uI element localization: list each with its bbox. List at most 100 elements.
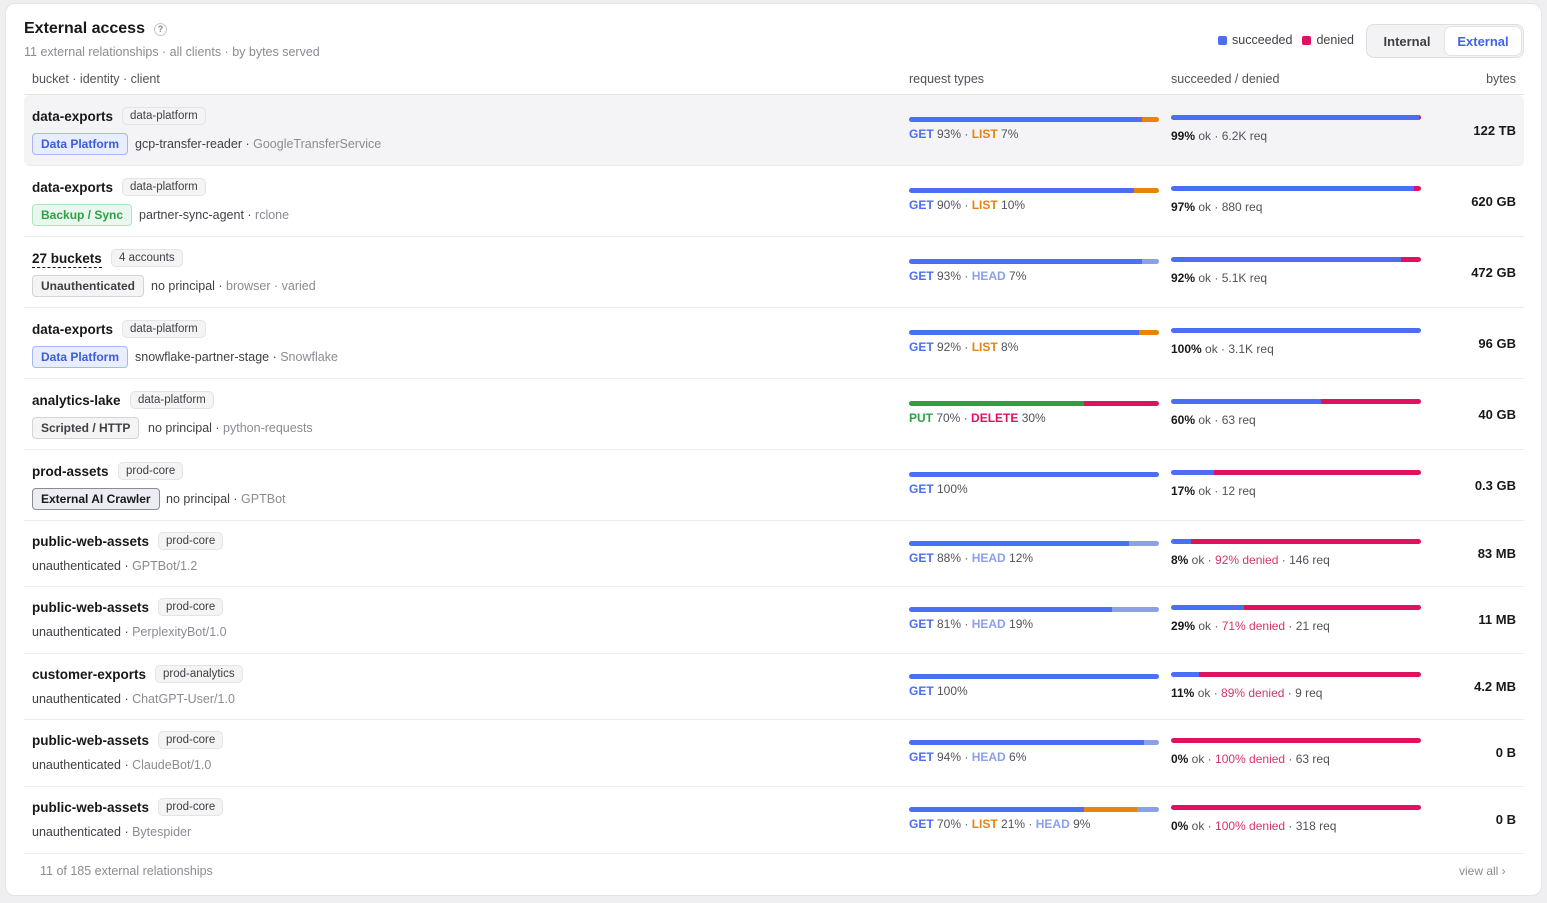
client: Bytespider xyxy=(132,825,192,839)
denied-pct: 92% denied xyxy=(1215,553,1279,567)
request-type-bar xyxy=(909,807,1159,812)
relationship-list: data-exports data-platform Data Platform gc… xyxy=(24,95,1524,854)
client: PerplexityBot/1.0 xyxy=(132,625,227,639)
request-type-text: GET 100% xyxy=(909,482,968,496)
account-badge: data-platform xyxy=(122,107,206,125)
separator: · xyxy=(214,279,227,293)
category-tag: Data Platform xyxy=(32,133,129,155)
identity-client: gcp-transfer-reader · GoogleTransferServ… xyxy=(135,137,381,151)
bytes-served: 0 B xyxy=(1495,745,1516,760)
legend: succeeded denied xyxy=(1218,33,1364,47)
separator: · xyxy=(120,758,133,772)
account-badge: data-platform xyxy=(122,178,206,196)
view-all-link[interactable]: view all › xyxy=(1459,864,1506,878)
account-badge: data-platform xyxy=(130,391,214,409)
separator: · xyxy=(1284,686,1296,700)
request-count: 21 req xyxy=(1295,619,1330,633)
account-badge: prod-core xyxy=(158,798,224,816)
table-row[interactable]: public-web-assets prod-core unauthenticate… xyxy=(24,787,1524,854)
external-access-card: External access ? 11 external relationsh… xyxy=(5,3,1542,896)
bytes-served: 11 MB xyxy=(1478,612,1516,627)
principal: unauthenticated xyxy=(32,625,121,639)
request-segment-head xyxy=(1129,541,1159,546)
ok-label: ok · xyxy=(1195,271,1222,285)
request-segment-list xyxy=(1084,807,1137,812)
denied-pct: 100% denied xyxy=(1215,752,1286,766)
denied-segment xyxy=(1413,186,1421,191)
bytes-served: 122 TB xyxy=(1473,123,1516,138)
denied-pct: 71% denied xyxy=(1221,619,1286,633)
request-type-bar xyxy=(909,674,1159,679)
legend-succeeded-label: succeeded xyxy=(1232,33,1293,47)
principal: unauthenticated xyxy=(32,825,121,839)
request-method: GET xyxy=(909,684,934,698)
request-pct: 90% xyxy=(933,198,962,212)
ok-label: ok · xyxy=(1201,342,1229,356)
account-badge: prod-core xyxy=(158,731,224,749)
request-segment-get xyxy=(909,674,1159,679)
bytes-served: 620 GB xyxy=(1471,194,1516,209)
table-row[interactable]: data-exports data-platform Data Platform sn… xyxy=(24,308,1524,379)
table-row[interactable]: public-web-assets prod-core unauthenticate… xyxy=(24,720,1524,787)
table-row[interactable]: data-exports data-platform Data Platform gc… xyxy=(24,95,1524,166)
request-segment-get xyxy=(909,188,1134,193)
request-type-bar xyxy=(909,607,1159,612)
separator: · xyxy=(120,559,133,573)
toggle-external[interactable]: External xyxy=(1445,27,1521,55)
request-pct: 70% xyxy=(933,411,961,425)
help-icon[interactable]: ? xyxy=(153,22,167,36)
table-header: bucket · identity · client request types… xyxy=(24,71,1524,95)
table-row[interactable]: 27 buckets 4 accounts Unauthenticated no pr… xyxy=(24,237,1524,308)
ok-label: ok · xyxy=(1195,129,1222,143)
request-count: 5.1K req xyxy=(1221,271,1268,285)
request-segment-list xyxy=(1134,188,1159,193)
table-row[interactable]: public-web-assets prod-core unauthenticate… xyxy=(24,521,1524,587)
bucket-name: public-web-assets xyxy=(32,600,150,615)
request-segment-get xyxy=(909,472,1159,477)
request-count: 6.2K req xyxy=(1221,129,1268,143)
request-method: LIST xyxy=(971,198,998,212)
table-row[interactable]: public-web-assets prod-core unauthenticate… xyxy=(24,587,1524,654)
table-row[interactable]: data-exports data-platform Backup / Sync pa… xyxy=(24,166,1524,237)
request-type-bar xyxy=(909,259,1159,264)
principal: snowflake-partner-stage xyxy=(135,350,270,364)
table-row[interactable]: analytics-lake data-platform Scripted / HT… xyxy=(24,379,1524,450)
bytes-served: 4.2 MB xyxy=(1474,679,1516,694)
request-type-text: PUT 70% · DELETE 30% xyxy=(909,411,1046,425)
identity-client: snowflake-partner-stage · Snowflake xyxy=(135,350,338,364)
succeeded-segment xyxy=(1171,605,1244,610)
request-segment-head xyxy=(1111,607,1159,612)
bytes-served: 0.3 GB xyxy=(1474,478,1516,493)
toggle-internal[interactable]: Internal xyxy=(1369,27,1445,55)
ok-pct: 97% xyxy=(1171,200,1196,214)
separator: · xyxy=(120,692,133,706)
bucket-name: data-exports xyxy=(32,180,114,195)
separator: · xyxy=(1025,817,1036,831)
legend-denied-swatch xyxy=(1302,35,1312,45)
request-segment-get xyxy=(909,740,1144,745)
legend-succeeded-swatch xyxy=(1218,35,1227,45)
request-segment-get xyxy=(909,607,1112,612)
request-segment-put xyxy=(909,401,1084,406)
request-pct: 30% xyxy=(1018,411,1046,425)
identity-client: partner-sync-agent · rclone xyxy=(139,208,289,222)
denied-segment xyxy=(1418,115,1421,120)
bucket-name: data-exports xyxy=(32,109,114,124)
bucket-name: customer-exports xyxy=(32,667,147,682)
request-count: 63 req xyxy=(1221,413,1256,427)
request-pct: 93% xyxy=(933,269,962,283)
ok-pct: 92% xyxy=(1171,271,1196,285)
bucket-name: public-web-assets xyxy=(32,534,150,549)
account-badge: prod-analytics xyxy=(155,665,243,683)
table-row[interactable]: customer-exports prod-analytics unauthenti… xyxy=(24,654,1524,720)
category-tag: External AI Crawler xyxy=(32,488,160,510)
table-row[interactable]: prod-assets prod-core External AI Crawler n… xyxy=(24,450,1524,521)
success-denied-bar xyxy=(1171,539,1421,544)
succeeded-segment xyxy=(1171,257,1401,262)
separator: · xyxy=(961,817,972,831)
success-denied-bar xyxy=(1171,257,1421,262)
request-method: GET xyxy=(909,617,934,631)
request-method: LIST xyxy=(971,127,998,141)
request-pct: 88% xyxy=(933,551,962,565)
bucket-name[interactable]: 27 buckets xyxy=(32,251,102,268)
